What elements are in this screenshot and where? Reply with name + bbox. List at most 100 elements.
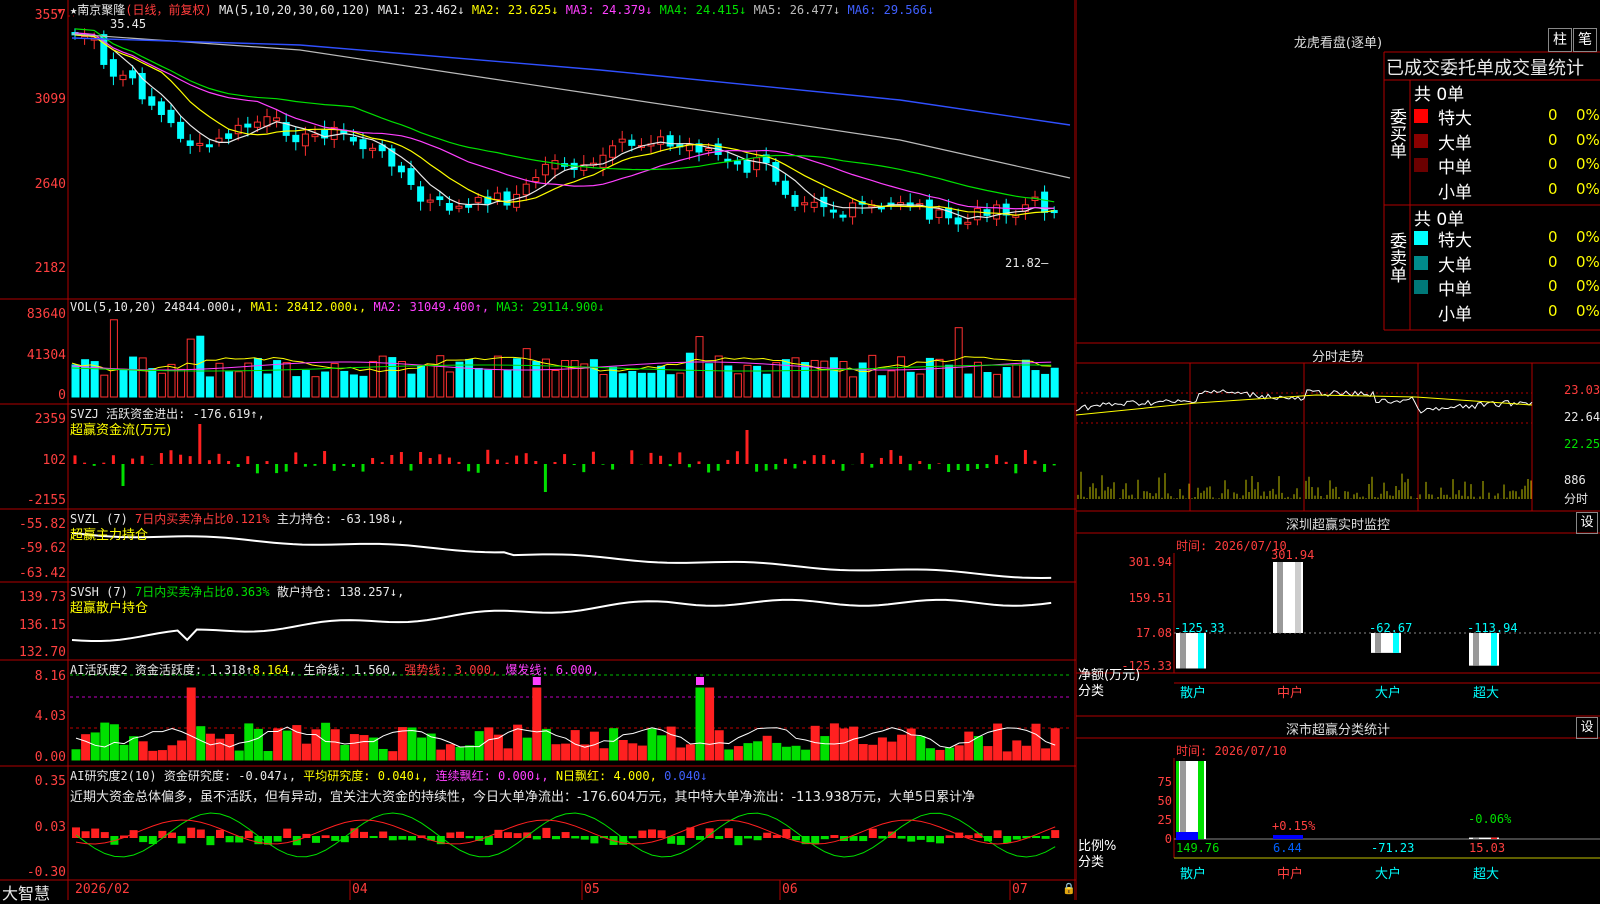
monitor-bar-edge: [1491, 633, 1497, 666]
candle: [148, 96, 156, 106]
order-count: 0: [1548, 155, 1558, 173]
ai1-bar: [897, 734, 907, 761]
ma-line: [71, 37, 1071, 126]
tick-mode-button[interactable]: 笔: [1573, 28, 1597, 52]
volume-bar: [657, 365, 666, 398]
classify-settings-button[interactable]: 设: [1576, 717, 1598, 739]
ai2-bar: [91, 828, 100, 838]
ma-values: MA1: 23.462↓ MA2: 23.625↓ MA3: 24.379↓ M…: [378, 3, 934, 17]
ai2-bar: [504, 832, 512, 838]
ai1-bar: [81, 734, 91, 761]
color-swatch: [1414, 255, 1428, 270]
candle: [119, 74, 127, 81]
svzl-sub: 超赢主力持仓: [70, 528, 149, 543]
chart-mode[interactable]: (日线，前复权): [125, 3, 211, 17]
volume-bar: [177, 368, 186, 398]
sell-orders-label: 委卖单: [1386, 232, 1406, 283]
main-chart-area[interactable]: 3557 3099 2640 2182 ▾ ★南京聚隆(日线，前复权) MA(5…: [0, 0, 1076, 903]
volume-bar: [762, 373, 771, 398]
candle: [474, 196, 482, 203]
ai1-bar: [714, 730, 724, 761]
ai1-bar: [954, 745, 964, 761]
order-stats-title: 已成交委托单成交量统计: [1386, 58, 1584, 79]
color-swatch: [1414, 133, 1428, 148]
ai1-bar: [983, 746, 993, 761]
ai2-bar: [331, 836, 340, 841]
volume-bar: [916, 373, 925, 398]
candle: [186, 140, 194, 146]
ai2-bar: [936, 836, 944, 844]
candle: [273, 117, 281, 122]
ai1-bar: [637, 745, 647, 761]
candle: [954, 217, 962, 225]
volume-bar: [551, 370, 560, 398]
volume-bar: [772, 362, 781, 398]
classify-tick: 25: [1158, 813, 1172, 827]
svzj-bars: [73, 424, 1056, 492]
ai2-bar: [1051, 830, 1060, 838]
candle: [628, 139, 636, 146]
volume-bar: [148, 368, 157, 398]
time-tick: 04: [352, 882, 368, 897]
ai1-peak: [696, 677, 704, 685]
order-pct: 0%: [1576, 301, 1600, 320]
ma-line: [74, 34, 1055, 216]
ai2-bar: [811, 836, 820, 845]
price-tick: 2182: [34, 261, 66, 276]
ai2-bar: [216, 829, 224, 838]
ai1-bar: [599, 748, 609, 761]
price-tick: 2640: [34, 177, 66, 192]
ai2-bar: [100, 832, 109, 838]
volume-bar: [1002, 367, 1011, 398]
stock-name[interactable]: 南京聚隆: [77, 3, 125, 17]
vol-tick: 83640: [26, 307, 66, 322]
monitor-settings-button[interactable]: 设: [1576, 512, 1598, 534]
ai1-bar: [676, 747, 686, 761]
ai2-bar: [590, 836, 599, 844]
order-pct: 0%: [1576, 155, 1600, 173]
ai1-c: 生命线: 1.560: [303, 663, 390, 677]
ai1-label: AI活跃度2: [70, 663, 128, 677]
ai2-bars: [72, 827, 1060, 846]
volume-bar: [695, 336, 704, 398]
ai1-bar: [1041, 748, 1051, 761]
ai1-d: 强势线: 3.000: [404, 663, 491, 677]
volume-bar: [1021, 359, 1030, 398]
ma-value-3: MA3: 24.379↓: [565, 3, 660, 17]
ai1-bar: [753, 741, 763, 761]
order-size-label: 中单: [1438, 280, 1472, 300]
volume-bar: [868, 354, 877, 398]
volume-bar: [1050, 367, 1059, 398]
intraday-chart[interactable]: [1076, 363, 1600, 511]
order-count: 0: [1548, 228, 1558, 246]
color-swatch: [1414, 280, 1428, 294]
monitor-title: 深圳超赢实时监控: [1285, 518, 1390, 533]
volume-bar: [532, 361, 541, 398]
ai1-bar: [378, 748, 388, 761]
candle: [801, 202, 809, 206]
ai1-bar: [724, 749, 734, 761]
candle: [810, 201, 818, 208]
vol-ma3: MA3: 29114.900↓: [496, 300, 605, 314]
ai1-bar: [522, 737, 532, 761]
lock-icon[interactable]: 🔒: [1062, 882, 1076, 895]
bar-mode-button[interactable]: 柱: [1548, 28, 1572, 52]
ai1-bar: [772, 742, 782, 761]
svzl-tick: -59.62: [19, 541, 66, 556]
monitor-xlabel: 分类: [1078, 684, 1104, 699]
candle: [993, 204, 1001, 220]
ai2-header: AI研究度2(10) 资金研究度: -0.047↓, 平均研究度: 0.040↓…: [70, 769, 708, 783]
ai2-label: AI研究度2(10): [70, 769, 157, 783]
candlestick-chart[interactable]: [0, 0, 1076, 900]
ai1-bar: [561, 743, 571, 761]
ai2-bar: [926, 836, 935, 843]
ai2-bar: [878, 836, 887, 839]
ai2-bar: [177, 836, 186, 844]
ai2-bar: [408, 836, 416, 841]
ai1-bar: [849, 726, 859, 761]
ai2-bar: [446, 832, 455, 838]
vol-tick: 0: [58, 388, 66, 403]
ai1-bar: [417, 737, 427, 761]
ai1-bar: [445, 744, 455, 761]
ai1-bar: [973, 736, 983, 761]
